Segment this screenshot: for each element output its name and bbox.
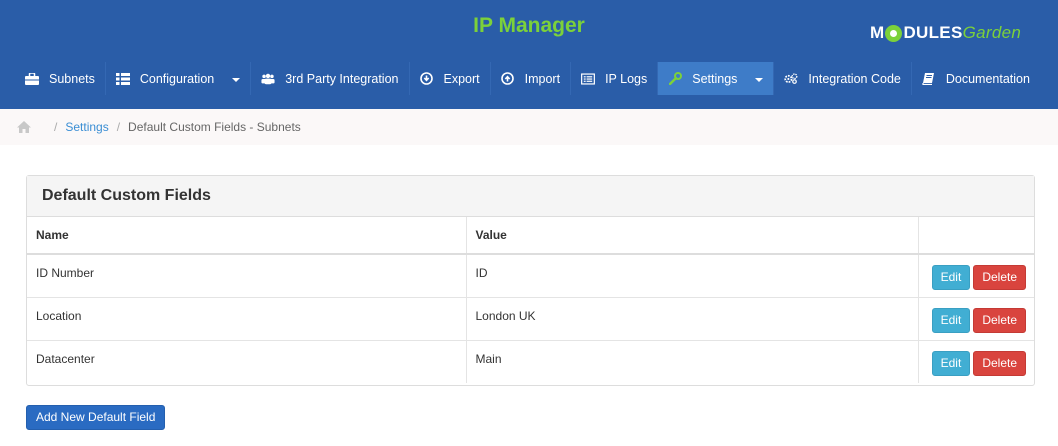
nav-documentation[interactable]: Documentation [912, 62, 1040, 95]
list-icon [581, 72, 596, 86]
nav-export[interactable]: Export [410, 62, 491, 95]
default-custom-fields-panel: Default Custom Fields Name Value ID Numb… [26, 175, 1035, 386]
breadcrumb-separator: / [54, 120, 58, 134]
edit-button[interactable]: Edit [931, 307, 971, 333]
chevron-down-icon [755, 74, 763, 84]
table-row: ID Number ID Edit Delete [27, 253, 1034, 297]
field-value-cell: ID [466, 253, 919, 297]
table-row: Location London UK Edit Delete [27, 296, 1034, 340]
nav-integration-code[interactable]: Integration Code [774, 62, 912, 95]
upload-icon [501, 72, 515, 86]
breadcrumb: / Settings / Default Custom Fields - Sub… [0, 109, 1058, 145]
actions-cell: Edit Delete [918, 339, 1034, 383]
table-header-row: Name Value [27, 217, 1034, 255]
home-icon[interactable] [16, 120, 32, 134]
table-row: Datacenter Main Edit Delete [27, 339, 1034, 383]
app-header: IP Manager M DULES Garden Subnets Config… [0, 0, 1058, 109]
nav-configuration[interactable]: Configuration [106, 62, 252, 95]
grid-icon [115, 72, 130, 86]
briefcase-icon [25, 72, 39, 86]
column-header-value: Value [466, 217, 919, 255]
modulesgarden-logo[interactable]: M DULES Garden [870, 20, 1021, 46]
panel-title: Default Custom Fields [27, 176, 1034, 217]
nav-3rd-party-integration[interactable]: 3rd Party Integration [251, 62, 410, 95]
field-name-cell: Datacenter [27, 339, 467, 383]
delete-button[interactable]: Delete [973, 265, 1026, 290]
delete-button[interactable]: Delete [973, 350, 1026, 376]
actions-cell: Edit Delete [918, 296, 1034, 340]
users-icon [261, 72, 275, 86]
field-name-cell: ID Number [27, 253, 467, 297]
field-value-cell: Main [466, 339, 919, 383]
chevron-down-icon [232, 74, 240, 84]
column-header-name: Name [27, 217, 467, 255]
field-value-cell: London UK [466, 296, 919, 340]
book-icon [922, 72, 936, 86]
logo-globe-icon [885, 24, 903, 42]
add-new-default-field-button[interactable]: Add New Default Field [26, 405, 166, 430]
wrench-icon [668, 72, 682, 86]
breadcrumb-current: Default Custom Fields - Subnets [128, 120, 301, 134]
download-icon [420, 72, 434, 86]
column-header-actions [918, 217, 1034, 255]
edit-button[interactable]: Edit [931, 350, 971, 376]
nav-subnets[interactable]: Subnets [15, 62, 106, 95]
breadcrumb-separator: / [116, 120, 121, 134]
gears-icon [784, 72, 798, 86]
nav-import[interactable]: Import [491, 62, 572, 95]
breadcrumb-settings-link[interactable]: Settings [65, 120, 108, 134]
nav-ip-logs[interactable]: IP Logs [571, 62, 659, 95]
custom-fields-table: Name Value ID Number ID Edit Delete Locat… [27, 217, 1034, 383]
actions-cell: Edit Delete [918, 253, 1034, 297]
main-nav: Subnets Configuration 3rd Party Integrat… [15, 62, 1030, 95]
field-name-cell: Location [27, 296, 467, 340]
edit-button[interactable]: Edit [931, 265, 971, 290]
delete-button[interactable]: Delete [973, 307, 1026, 333]
nav-settings[interactable]: Settings [658, 62, 775, 95]
